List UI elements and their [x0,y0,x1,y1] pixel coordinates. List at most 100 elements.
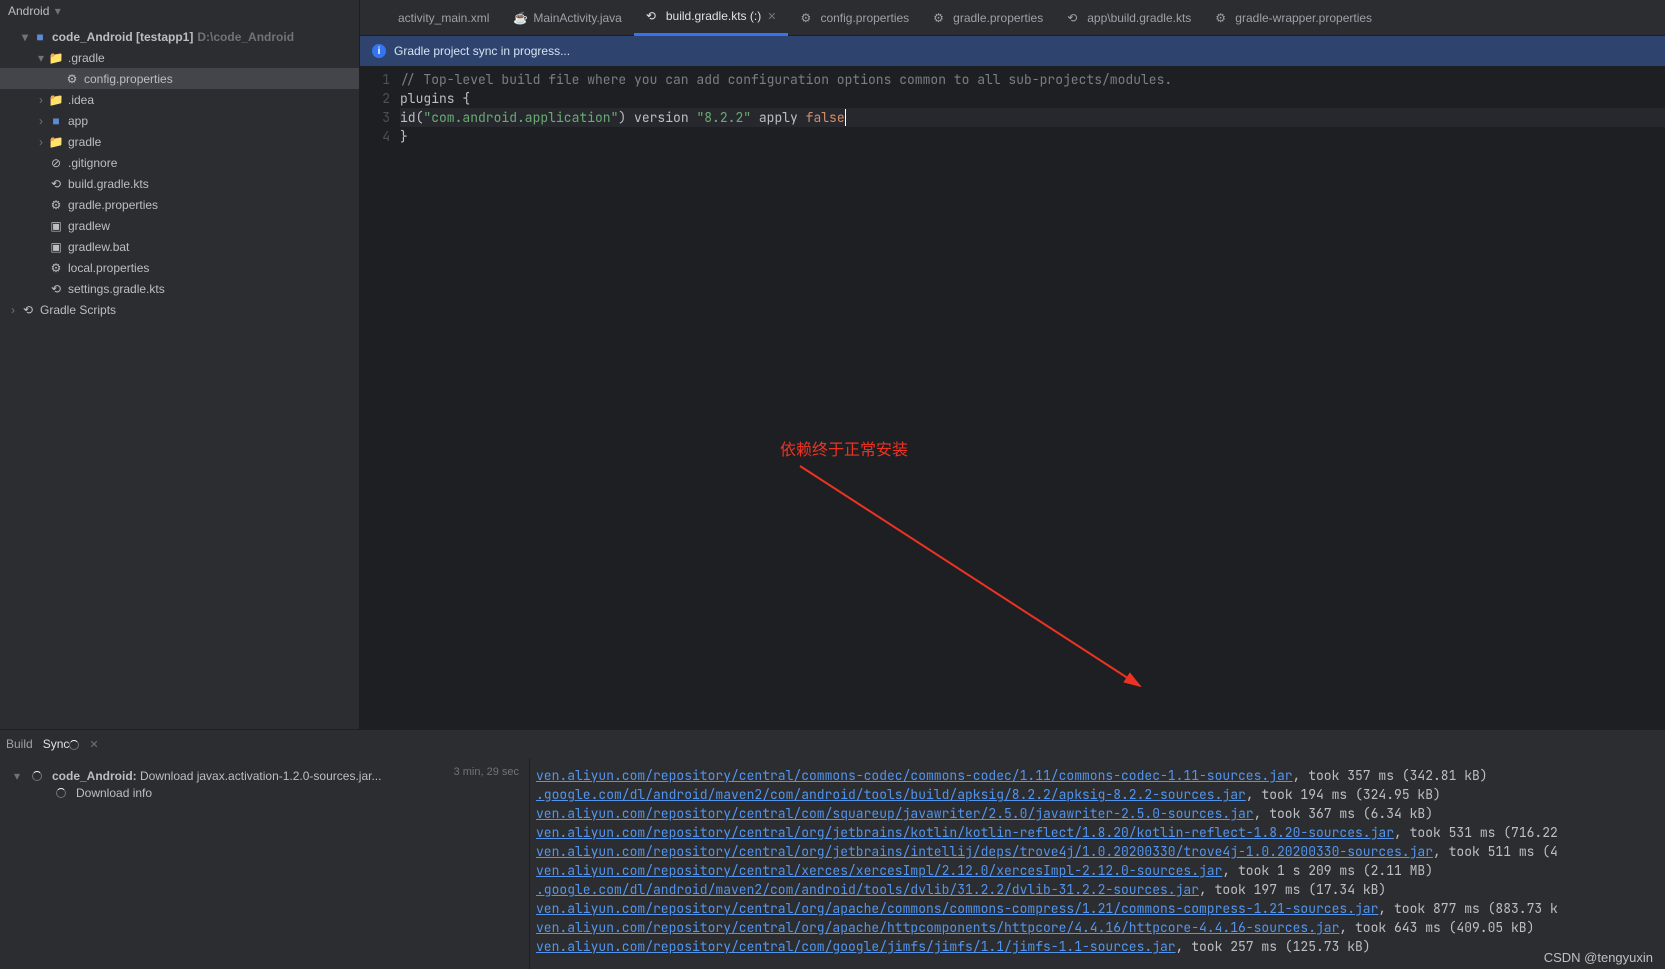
gear-icon: ⚙ [1215,11,1229,25]
tree-item-label: local.properties [68,261,149,275]
tree-item-label: settings.gradle.kts [68,282,165,296]
console-line: ven.aliyun.com/repository/central/org/je… [536,842,1659,861]
build-console[interactable]: ven.aliyun.com/repository/central/common… [530,758,1665,969]
editor-tab-label: MainActivity.java [533,11,621,25]
tree-project-path: D:\code_Android [197,30,294,44]
spinner-icon [56,788,66,798]
tree-item[interactable]: ›📁 .idea [0,89,359,110]
editor-tab[interactable]: ⚙ gradle-wrapper.properties [1203,0,1384,36]
console-line: .google.com/dl/android/maven2/com/androi… [536,880,1659,899]
console-line: .google.com/dl/android/maven2/com/androi… [536,785,1659,804]
console-line: ven.aliyun.com/repository/central/org/je… [536,823,1659,842]
download-url-link[interactable]: ven.aliyun.com/repository/central/org/ap… [536,900,1378,917]
chevron-right-icon: › [34,114,48,128]
console-line: ven.aliyun.com/repository/central/xerces… [536,861,1659,880]
gradle-sync-banner: i Gradle project sync in progress... [360,36,1665,66]
editor-tab[interactable]: ☕ MainActivity.java [501,0,633,36]
tree-item-label: .idea [68,93,94,107]
chevron-down-icon: ▾ [14,769,26,783]
gradle-icon: ⟲ [1067,11,1081,25]
sidebar-view-label: Android [8,4,49,18]
download-url-link[interactable]: .google.com/dl/android/maven2/com/androi… [536,786,1246,803]
annotation-text: 依赖终于正常安装 [780,436,908,460]
file-gradle-icon: ⟲ [48,282,64,296]
download-url-link[interactable]: ven.aliyun.com/repository/central/org/ap… [536,919,1339,936]
tree-item-label: gradlew [68,219,110,233]
close-icon[interactable]: ✕ [767,10,776,23]
info-icon: i [372,44,386,58]
download-url-link[interactable]: ven.aliyun.com/repository/central/com/go… [536,938,1176,955]
folder-icon: 📁 [48,135,64,149]
editor-tab[interactable]: ⚙gradle.properties [921,0,1055,36]
java-icon: ☕ [513,11,527,25]
tab-sync[interactable]: Sync✕ [43,737,99,751]
editor-tab[interactable]: ⚙config.properties [788,0,921,36]
tree-item-label: app [68,114,88,128]
build-elapsed: 3 min, 29 sec [454,766,519,778]
tree-item-label: build.gradle.kts [68,177,149,191]
tree-item-label: config.properties [84,72,173,86]
editor-tab-label: activity_main.xml [398,11,489,25]
tree-item[interactable]: ▾📁.gradle [0,47,359,68]
sync-banner-text: Gradle project sync in progress... [394,44,570,58]
tree-gradle-scripts[interactable]: › ⟲ Gradle Scripts [0,299,359,320]
console-line: ven.aliyun.com/repository/central/com/sq… [536,804,1659,823]
tree-item[interactable]: ▣gradlew.bat [0,236,359,257]
console-line: ven.aliyun.com/repository/central/org/ap… [536,918,1659,937]
console-line: ven.aliyun.com/repository/central/common… [536,766,1659,785]
chevron-right-icon: › [34,135,48,149]
tab-build[interactable]: Build [6,737,33,751]
folder-icon: 📁 [48,93,64,107]
editor-tab-label: gradle.properties [953,11,1043,25]
tree-item[interactable]: ⚙config.properties [0,68,359,89]
tree-item[interactable]: ⚙gradle.properties [0,194,359,215]
editor-gutter: 1 2 3 4 [360,66,400,729]
tree-item-label: gradle [68,135,101,149]
build-root-item[interactable]: ▾ code_Android: Download javax.activatio… [14,766,529,786]
chevron-right-icon: › [6,303,20,317]
editor-tab[interactable]: ⟲app\build.gradle.kts [1055,0,1203,36]
tree-item-label: gradle.properties [68,198,158,212]
download-url-link[interactable]: .google.com/dl/android/maven2/com/androi… [536,881,1199,898]
chevron-right-icon: › [34,93,48,107]
build-tabbar: Build Sync✕ [0,730,1665,758]
watermark: CSDN @tengyuxin [1544,950,1653,965]
file-ignore-icon: ⊘ [48,156,64,170]
tree-item[interactable]: ▣gradlew [0,215,359,236]
chevron-down-icon: ▾ [18,30,32,44]
editor-content[interactable]: // Top-level build file where you can ad… [400,66,1665,729]
folder-icon: 📁 [48,51,64,65]
editor-tab-label: gradle-wrapper.properties [1235,11,1372,25]
download-url-link[interactable]: ven.aliyun.com/repository/central/com/sq… [536,805,1254,822]
download-url-link[interactable]: ven.aliyun.com/repository/central/org/je… [536,824,1394,841]
tree-item[interactable]: ›■app [0,110,359,131]
tree-item[interactable]: ›📁 gradle [0,131,359,152]
download-url-link[interactable]: ven.aliyun.com/repository/central/org/je… [536,843,1433,860]
tree-item-label: .gradle [68,51,105,65]
tree-item[interactable]: ⟲ settings.gradle.kts [0,278,359,299]
project-tree: ▾ ■ code_Android [testapp1] D:\code_Andr… [0,22,359,320]
code-editor[interactable]: 1 2 3 4 // Top-level build file where yo… [360,66,1665,729]
build-sub-item[interactable]: Download info [14,786,529,800]
build-tree: ▾ code_Android: Download javax.activatio… [0,758,530,969]
project-sidebar: Android ▾ ▾ ■ code_Android [testapp1] D:… [0,0,360,729]
editor-tab[interactable]: ⟲build.gradle.kts (:)✕ [634,0,789,36]
download-url-link[interactable]: ven.aliyun.com/repository/central/xerces… [536,862,1222,879]
tree-item[interactable]: ⊘ .gitignore [0,152,359,173]
tree-project-root[interactable]: ▾ ■ code_Android [testapp1] D:\code_Andr… [0,26,359,47]
tree-item-label: Gradle Scripts [40,303,116,317]
module-icon: ■ [32,30,48,44]
tree-item[interactable]: ⟲ build.gradle.kts [0,173,359,194]
close-icon[interactable]: ✕ [89,739,98,751]
tree-item-label: .gitignore [68,156,117,170]
build-tool-window: Build Sync✕ ▾ code_Android: Download jav… [0,729,1665,969]
sidebar-view-selector[interactable]: Android ▾ [0,0,359,22]
editor-tab[interactable]: activity_main.xml [366,0,501,36]
editor-tabbar: activity_main.xml ☕ MainActivity.java ⟲buil… [360,0,1665,36]
chevron-down-icon: ▾ [55,4,61,18]
gradle-icon: ⟲ [646,9,660,23]
file-gradle-icon: ⟲ [48,177,64,191]
tree-item-label: gradlew.bat [68,240,129,254]
download-url-link[interactable]: ven.aliyun.com/repository/central/common… [536,767,1293,784]
tree-item[interactable]: ⚙local.properties [0,257,359,278]
